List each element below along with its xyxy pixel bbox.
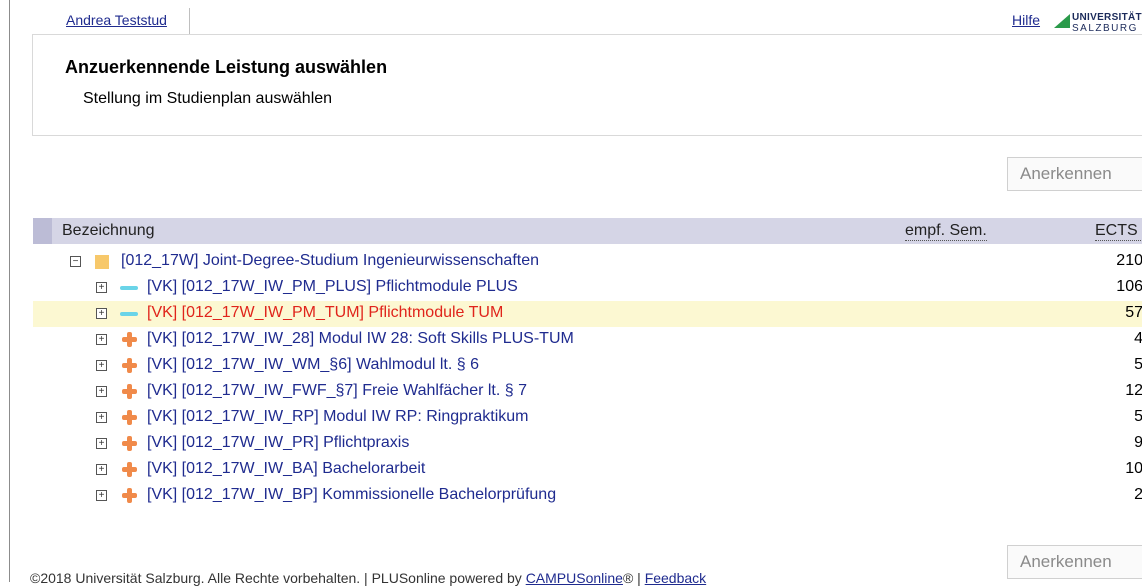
recognize-button-top[interactable]: Anerkennen	[1007, 157, 1142, 191]
plus-diamond-icon	[122, 436, 137, 451]
table-row[interactable]: + [VK] [012_17W_IW_BP] Kommissionelle Ba…	[33, 483, 1142, 509]
table-row[interactable]: + [VK] [012_17W_IW_WM_§6] Wahlmodul lt. …	[33, 353, 1142, 379]
expand-icon[interactable]: +	[96, 412, 107, 423]
logo-line1: UNIVERSITÄT	[1072, 12, 1142, 23]
left-border	[9, 0, 10, 582]
table-row[interactable]: + [VK] [012_17W_IW_PM_PLUS] Pflichtmodul…	[33, 275, 1142, 301]
expand-icon[interactable]: +	[96, 386, 107, 397]
page-subtitle: Stellung im Studienplan auswählen	[83, 90, 333, 107]
table-row[interactable]: − [012_17W] Joint-Degree-Studium Ingenie…	[33, 249, 1142, 275]
plus-diamond-icon	[122, 462, 137, 477]
row-ects: 106	[1116, 278, 1142, 295]
row-label[interactable]: [VK] [012_17W_IW_WM_§6] Wahlmodul lt. § …	[147, 356, 479, 374]
plus-diamond-icon	[122, 332, 137, 347]
campusonline-link[interactable]: CAMPUSonline	[526, 570, 623, 586]
row-ects: 4	[1134, 330, 1142, 347]
expand-icon[interactable]: +	[96, 308, 107, 319]
folder-icon	[95, 255, 109, 269]
row-ects: 57	[1125, 304, 1142, 321]
footer-separator: ® |	[622, 570, 645, 586]
feedback-link[interactable]: Feedback	[645, 570, 706, 586]
row-ects: 12	[1125, 382, 1142, 399]
table-header: Bezeichnung empf. Sem. ECTS Cr	[33, 218, 1142, 244]
plus-diamond-icon	[122, 358, 137, 373]
user-tab: Andrea Teststud	[54, 8, 190, 34]
plus-diamond-icon	[122, 488, 137, 503]
expand-icon[interactable]: +	[96, 360, 107, 371]
user-name-link[interactable]: Andrea Teststud	[66, 12, 167, 28]
row-label[interactable]: [VK] [012_17W_IW_RP] Modul IW RP: Ringpr…	[147, 408, 528, 426]
expand-icon[interactable]: +	[96, 334, 107, 345]
column-header-sem[interactable]: empf. Sem.	[905, 222, 987, 241]
table-row[interactable]: + [VK] [012_17W_IW_PR] Pflichtpraxis 9	[33, 431, 1142, 457]
table-header-corner	[33, 218, 52, 244]
table-row[interactable]: + [VK] [012_17W_IW_28] Modul IW 28: Soft…	[33, 327, 1142, 353]
help-link[interactable]: Hilfe	[1012, 12, 1040, 28]
recognize-button-bottom[interactable]: Anerkennen	[1007, 545, 1142, 579]
row-ects: 210	[1116, 252, 1142, 269]
row-label[interactable]: [VK] [012_17W_IW_PR] Pflichtpraxis	[147, 434, 409, 452]
row-label[interactable]: [VK] [012_17W_IW_PM_TUM] Pflichtmodule T…	[147, 304, 503, 322]
plus-diamond-icon	[122, 410, 137, 425]
footer-text: ©2018 Universität Salzburg. Alle Rechte …	[30, 570, 526, 586]
row-label[interactable]: [VK] [012_17W_IW_FWF_§7] Freie Wahlfäche…	[147, 382, 527, 400]
row-label[interactable]: [VK] [012_17W_IW_PM_PLUS] Pflichtmodule …	[147, 278, 518, 296]
column-header-ects[interactable]: ECTS Cr	[1095, 222, 1142, 241]
dash-icon	[120, 286, 138, 290]
table-row[interactable]: + [VK] [012_17W_IW_FWF_§7] Freie Wahlfäc…	[33, 379, 1142, 405]
plus-diamond-icon	[122, 384, 137, 399]
row-ects: 5	[1134, 408, 1142, 425]
table-row[interactable]: + [VK] [012_17W_IW_RP] Modul IW RP: Ring…	[33, 405, 1142, 431]
row-label[interactable]: [VK] [012_17W_IW_28] Modul IW 28: Soft S…	[147, 330, 574, 348]
column-header-name[interactable]: Bezeichnung	[62, 222, 155, 240]
page-title: Anzuerkennende Leistung auswählen	[65, 57, 388, 77]
logo-line2: SALZBURG	[1072, 23, 1138, 34]
row-ects: 10	[1125, 460, 1142, 477]
row-ects: 9	[1134, 434, 1142, 451]
collapse-icon[interactable]: −	[70, 256, 81, 267]
row-ects: 2	[1134, 486, 1142, 503]
expand-icon[interactable]: +	[96, 282, 107, 293]
header-box: Anzuerkennende Leistung auswählen Stellu…	[32, 34, 1142, 136]
row-ects: 5	[1134, 356, 1142, 373]
footer: ©2018 Universität Salzburg. Alle Rechte …	[30, 570, 706, 586]
expand-icon[interactable]: +	[96, 438, 107, 449]
table-row-selected[interactable]: + [VK] [012_17W_IW_PM_TUM] Pflichtmodule…	[33, 301, 1142, 327]
row-label[interactable]: [VK] [012_17W_IW_BP] Kommissionelle Bach…	[147, 486, 556, 504]
expand-icon[interactable]: +	[96, 490, 107, 501]
dash-icon	[120, 312, 138, 316]
expand-icon[interactable]: +	[96, 464, 107, 475]
row-label[interactable]: [012_17W] Joint-Degree-Studium Ingenieur…	[121, 252, 539, 270]
row-label[interactable]: [VK] [012_17W_IW_BA] Bachelorarbeit	[147, 460, 425, 478]
table-row[interactable]: + [VK] [012_17W_IW_BA] Bachelorarbeit 10	[33, 457, 1142, 483]
logo-mark-icon	[1054, 14, 1070, 28]
